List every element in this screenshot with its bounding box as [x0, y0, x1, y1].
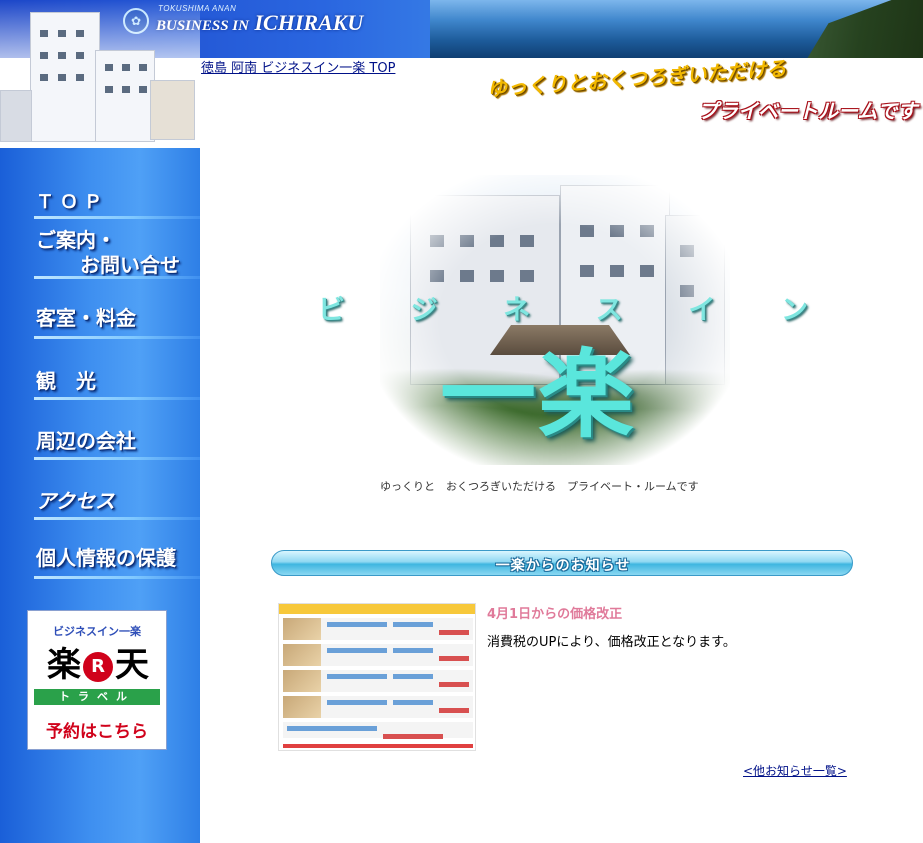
- page: ✿ TOKUSHIMA ANAN BUSINESS IN ICHIRAKU ＴＯ…: [0, 0, 923, 843]
- nav-separator: [34, 457, 200, 460]
- nav-separator: [34, 216, 200, 219]
- nav-rooms-rates[interactable]: 客室・料金: [36, 302, 200, 331]
- nav-contact-label: お問い合せ: [80, 253, 180, 277]
- nav-access[interactable]: アクセス: [36, 485, 200, 514]
- rakuten-hotel-name: ビジネスイン一楽: [53, 625, 141, 638]
- hero-kana-char: ビ: [318, 295, 345, 326]
- rakuten-logo-left: 楽: [47, 645, 81, 685]
- tagline-line2: プライベートルームです: [698, 99, 918, 123]
- nav-sightseeing[interactable]: 観 光: [36, 365, 200, 394]
- rakuten-r-icon: R: [83, 652, 113, 682]
- hero-kana-char: ン: [780, 295, 808, 326]
- news-item-title[interactable]: 4月1日からの価格改正: [487, 603, 622, 622]
- rakuten-reserve-cta: 予約はこちら: [46, 722, 148, 742]
- nav-guide-label: ご案内・: [36, 228, 116, 252]
- nav-privacy-label: 個人情報の保護: [36, 546, 176, 570]
- hero-kana-char: ス: [595, 295, 623, 326]
- news-section-title: 一楽からのお知らせ: [495, 558, 631, 574]
- hero-business-inn-kana: ビ ジ ネ ス イ ン: [318, 288, 808, 327]
- hero-ichiraku-kanji: 一楽: [440, 338, 636, 451]
- rakuten-travel-label: トラベル: [34, 689, 160, 705]
- top-page-link[interactable]: 徳島 阿南 ビジネスイン一楽 TOP: [201, 57, 395, 76]
- hero-kana-char: ネ: [503, 295, 531, 326]
- hero-caption: ゆっくりと おくつろぎいただける プライベート・ルームです: [380, 480, 699, 493]
- nav-separator: [34, 336, 200, 339]
- nav-top[interactable]: ＴＯＰ: [36, 188, 200, 214]
- nav-rooms-label: 客室・料金: [36, 306, 136, 330]
- hotel-photo: [0, 0, 200, 148]
- nav-separator: [34, 576, 200, 579]
- news-list-link[interactable]: <他お知らせ一覧>: [743, 762, 847, 779]
- nav-privacy[interactable]: 個人情報の保護: [36, 542, 200, 571]
- hero-kana-char: ジ: [410, 295, 438, 326]
- news-section-header: 一楽からのお知らせ: [271, 550, 853, 576]
- nav-separator: [34, 276, 200, 279]
- rakuten-travel-banner[interactable]: ビジネスイン一楽 楽R天 トラベル 予約はこちら: [27, 610, 167, 750]
- nav-separator: [34, 517, 200, 520]
- nav-sightseeing-label: 観 光: [36, 369, 96, 393]
- hero-kana-char: イ: [688, 295, 716, 326]
- nav-access-label: アクセス: [36, 489, 115, 513]
- news-price-table-thumbnail[interactable]: [278, 603, 476, 751]
- brand-name: ICHIRAKU: [254, 10, 364, 35]
- rakuten-logo: 楽R天: [34, 645, 162, 685]
- nav-guide-contact[interactable]: ご案内・ お問い合せ: [36, 228, 200, 278]
- nav-top-label: ＴＯＰ: [36, 192, 108, 213]
- nav-separator: [34, 397, 200, 400]
- news-item-body: 消費税のUPにより、価格改正となります。: [487, 635, 736, 650]
- rakuten-logo-right: 天: [115, 645, 149, 685]
- nav-nearby-companies[interactable]: 周辺の会社: [36, 425, 200, 454]
- nav-nearby-label: 周辺の会社: [36, 429, 136, 453]
